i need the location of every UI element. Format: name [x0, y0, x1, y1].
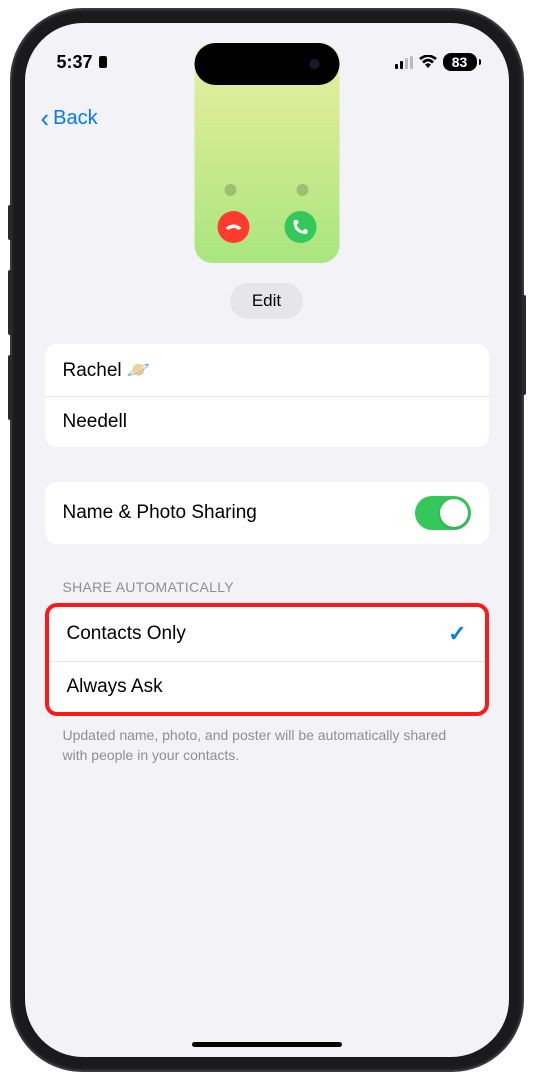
last-name-value: Needell	[63, 411, 127, 433]
volume-down-button	[8, 355, 12, 420]
share-auto-card: Contacts Only ✓ Always Ask	[45, 603, 489, 716]
option-contacts-only[interactable]: Contacts Only ✓	[49, 607, 485, 662]
signal-icon	[395, 56, 413, 69]
sharing-toggle[interactable]	[415, 496, 471, 530]
edit-button[interactable]: Edit	[230, 283, 303, 319]
last-name-field[interactable]: Needell	[45, 397, 489, 447]
first-name-field[interactable]: Rachel 🪐	[45, 344, 489, 397]
share-auto-header: SHARE AUTOMATICALLY	[45, 579, 489, 603]
silent-switch	[8, 205, 12, 240]
time-label: 5:37	[57, 52, 93, 73]
home-indicator[interactable]	[192, 1042, 342, 1047]
first-name-value: Rachel 🪐	[63, 358, 151, 382]
poster-message-icon	[225, 184, 237, 196]
poster-small-icons	[225, 184, 309, 196]
status-right: 83	[395, 53, 477, 71]
sharing-card: Name & Photo Sharing	[45, 482, 489, 544]
option-label: Contacts Only	[67, 623, 186, 645]
back-button[interactable]: ‹ Back	[41, 103, 98, 134]
option-label: Always Ask	[67, 676, 163, 698]
battery-icon: 83	[443, 53, 477, 71]
back-label: Back	[53, 107, 97, 130]
volume-up-button	[8, 270, 12, 335]
wifi-icon	[419, 55, 437, 69]
sharing-toggle-row: Name & Photo Sharing	[45, 482, 489, 544]
power-button	[522, 295, 526, 395]
battery-level: 83	[452, 54, 468, 70]
sharing-label: Name & Photo Sharing	[63, 502, 257, 524]
phone-down-icon	[224, 223, 242, 231]
chevron-left-icon: ‹	[41, 103, 50, 134]
screen: 5:37 83 ‹ Back	[25, 23, 509, 1057]
decline-call-button	[217, 211, 249, 243]
poster-call-buttons	[217, 211, 316, 243]
dynamic-island	[194, 43, 339, 85]
accept-call-button	[284, 211, 316, 243]
share-auto-footer: Updated name, photo, and poster will be …	[45, 726, 489, 765]
checkmark-icon: ✓	[448, 621, 466, 647]
option-always-ask[interactable]: Always Ask	[49, 662, 485, 712]
location-icon	[97, 55, 109, 69]
status-time: 5:37	[57, 52, 109, 73]
nav-bar: ‹ Back	[25, 93, 509, 143]
poster-voicemail-icon	[297, 184, 309, 196]
phone-icon	[292, 219, 308, 235]
phone-frame: 5:37 83 ‹ Back	[12, 10, 522, 1070]
name-card: Rachel 🪐 Needell	[45, 344, 489, 447]
